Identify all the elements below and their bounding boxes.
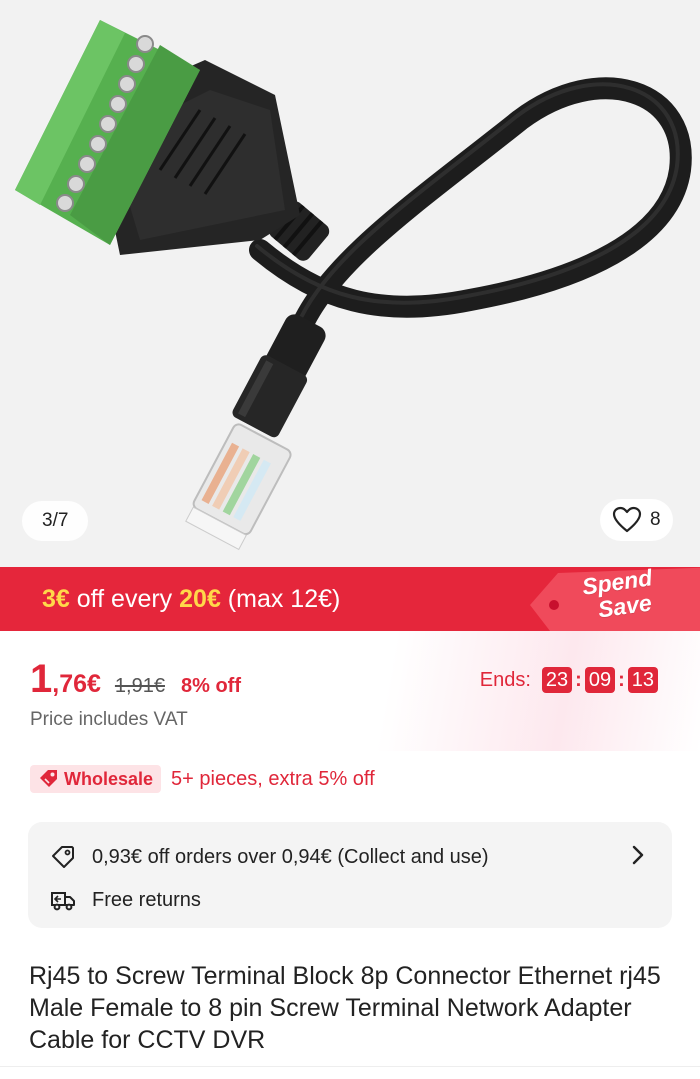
chevron-right-icon[interactable]	[630, 844, 646, 871]
product-title: Rj45 to Screw Terminal Block 8p Connecto…	[29, 962, 661, 1054]
wishlist-button[interactable]: 8	[600, 499, 673, 541]
promo-banner[interactable]: 3€ off every 20€ (max 12€) Spend Save	[0, 567, 700, 631]
wholesale-badge: Wholesale	[30, 765, 162, 793]
heart-icon	[612, 506, 642, 533]
spend-save-tag: Spend Save	[530, 567, 700, 631]
price-tag-icon	[40, 770, 57, 787]
promo-suffix: (max 12€)	[220, 585, 341, 613]
offers-card[interactable]: 0,93€ off orders over 0,94€ (Collect and…	[28, 822, 672, 928]
wholesale-offer[interactable]: Wholesale 5+ pieces, extra 5% off	[30, 765, 375, 793]
returns-text: Free returns	[92, 888, 201, 911]
coupon-tag-icon	[52, 846, 74, 868]
promo-threshold: 20€	[179, 585, 221, 613]
returns-row: Free returns	[50, 888, 201, 912]
price-fraction: ,76€	[52, 670, 101, 698]
original-price: 1,91€	[114, 675, 165, 697]
wholesale-text: 5+ pieces, extra 5% off	[171, 767, 375, 790]
image-counter: 3/7	[22, 501, 89, 541]
coupon-text: 0,93€ off orders over 0,94€ (Collect and…	[92, 845, 489, 868]
countdown-seconds: 13	[627, 667, 658, 693]
product-image	[15, 20, 692, 551]
price-integer: 1	[30, 657, 53, 701]
promo-amount: 3€	[42, 585, 70, 613]
promo-middle: off every	[69, 585, 180, 613]
divider	[0, 1066, 700, 1067]
promo-text: 3€ off every 20€ (max 12€)	[42, 567, 340, 631]
countdown-minutes: 09	[584, 667, 616, 693]
delivery-truck-icon	[51, 892, 75, 911]
countdown-separator: :	[618, 668, 625, 691]
price-section: 1 ,76€ 1,91€ 8% off Price includes VAT E…	[0, 631, 700, 751]
price-row: 1 ,76€ 1,91€ 8% off	[30, 657, 241, 702]
vat-note: Price includes VAT	[30, 709, 188, 730]
wholesale-badge-label: Wholesale	[64, 768, 154, 789]
coupon-row[interactable]: 0,93€ off orders over 0,94€ (Collect and…	[50, 844, 489, 870]
countdown-label: Ends:	[479, 668, 531, 691]
countdown-separator: :	[575, 668, 582, 691]
discount-percent: 8% off	[180, 675, 241, 697]
product-image-gallery[interactable]: 3/7 8	[0, 0, 700, 567]
countdown-hours: 23	[541, 667, 573, 693]
wishlist-count: 8	[650, 509, 661, 530]
countdown-timer: Ends: 23 : 09 : 13	[480, 667, 658, 693]
